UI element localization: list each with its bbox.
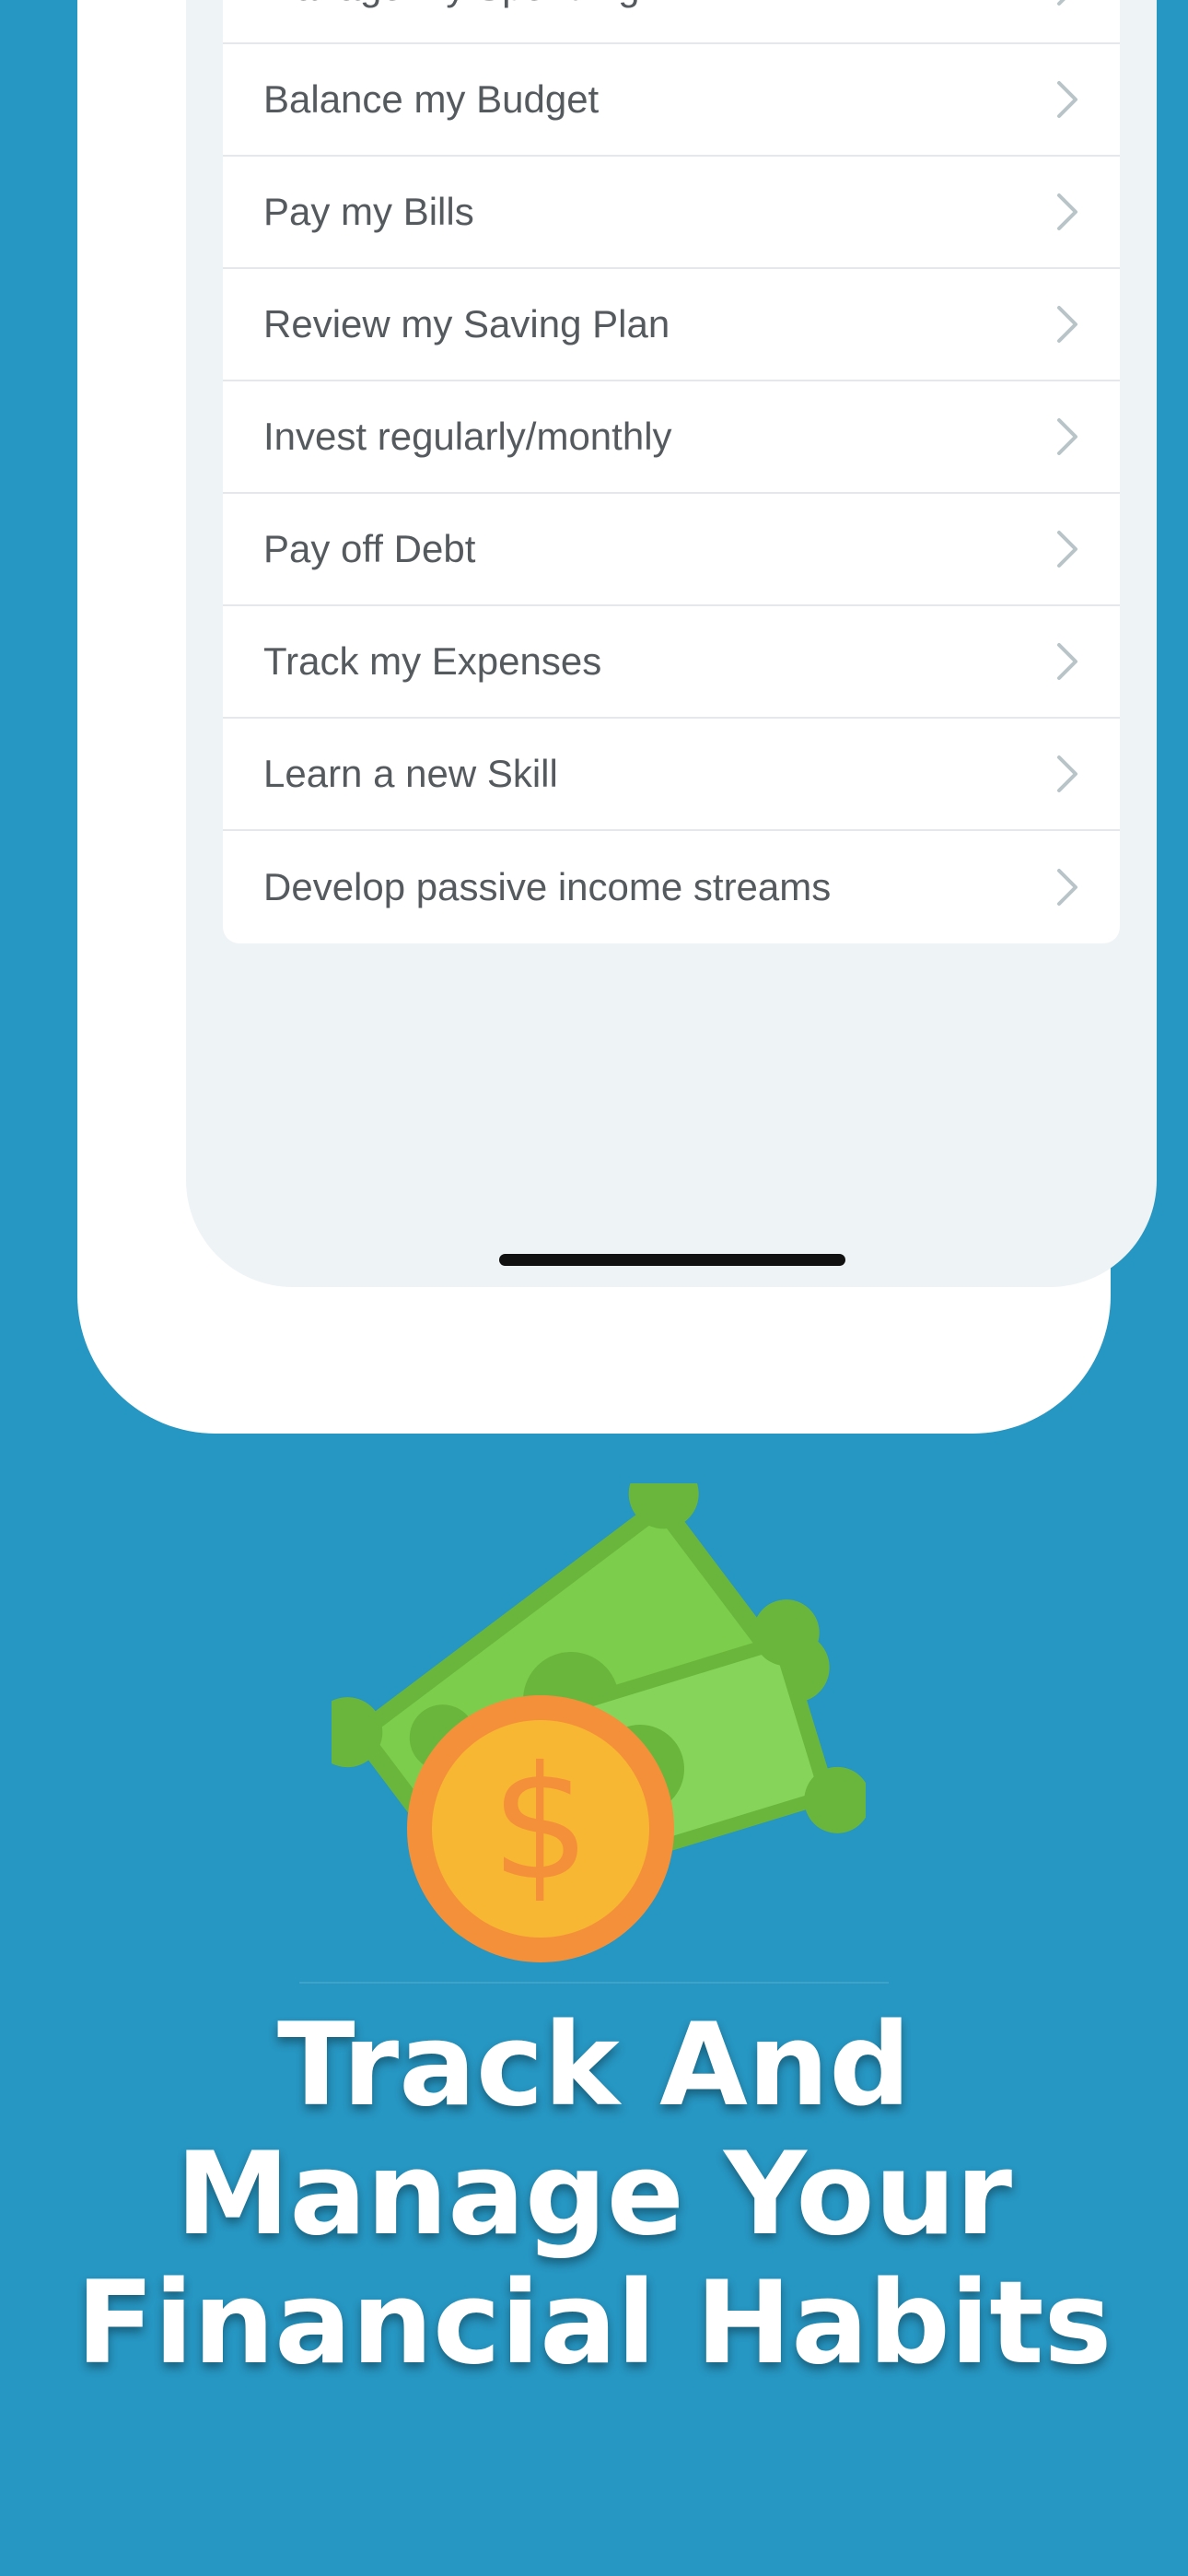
menu-item-track-expenses[interactable]: Track my Expenses <box>223 606 1120 719</box>
menu-item-label: Manage my Spending <box>263 0 640 9</box>
chevron-right-icon <box>1057 193 1077 230</box>
menu-item-invest-regularly[interactable]: Invest regularly/monthly <box>223 381 1120 494</box>
menu-item-label: Pay my Bills <box>263 190 474 233</box>
menu-item-label: Invest regularly/monthly <box>263 415 672 458</box>
menu-item-label: Review my Saving Plan <box>263 302 670 345</box>
menu-item-label: Pay off Debt <box>263 527 476 570</box>
menu-item-label: Balance my Budget <box>263 77 600 121</box>
headline-line-2: Manage Your <box>175 2128 1013 2261</box>
illustration-baseline <box>299 1982 889 1984</box>
home-indicator <box>499 1254 845 1266</box>
menu-item-balance-budget[interactable]: Balance my Budget <box>223 44 1120 157</box>
promo-headline: Track And Manage Your Financial Habits <box>0 2001 1188 2388</box>
chevron-right-icon <box>1057 418 1077 455</box>
menu-item-pay-bills[interactable]: Pay my Bills <box>223 157 1120 269</box>
chevron-right-icon <box>1057 306 1077 343</box>
money-bills-coin-icon: $ <box>332 1483 866 1962</box>
menu-item-learn-skill[interactable]: Learn a new Skill <box>223 719 1120 831</box>
menu-item-label: Learn a new Skill <box>263 752 558 795</box>
chevron-right-icon <box>1057 0 1066 6</box>
chevron-right-icon <box>1057 81 1077 118</box>
headline-line-1: Track And <box>277 1999 911 2132</box>
chevron-right-icon <box>1057 869 1077 906</box>
svg-text:$: $ <box>491 1733 590 1915</box>
goals-menu-list: Manage my Spending Balance my Budget Pay… <box>223 0 1120 943</box>
headline-line-3: Financial Habits <box>76 2257 1112 2390</box>
chevron-right-icon <box>1057 755 1077 792</box>
menu-item-label: Track my Expenses <box>263 639 602 683</box>
chevron-right-icon <box>1057 531 1077 568</box>
menu-item-pay-off-debt[interactable]: Pay off Debt <box>223 494 1120 606</box>
phone-frame: Manage my Spending Balance my Budget Pay… <box>77 0 1157 1434</box>
menu-item-review-saving-plan[interactable]: Review my Saving Plan <box>223 269 1120 381</box>
menu-item-passive-income[interactable]: Develop passive income streams <box>223 831 1120 943</box>
chevron-right-icon <box>1057 643 1077 680</box>
menu-item-label: Develop passive income streams <box>263 865 832 908</box>
phone-screen: Manage my Spending Balance my Budget Pay… <box>186 0 1157 1287</box>
menu-item-manage-spending[interactable]: Manage my Spending <box>223 0 1120 44</box>
